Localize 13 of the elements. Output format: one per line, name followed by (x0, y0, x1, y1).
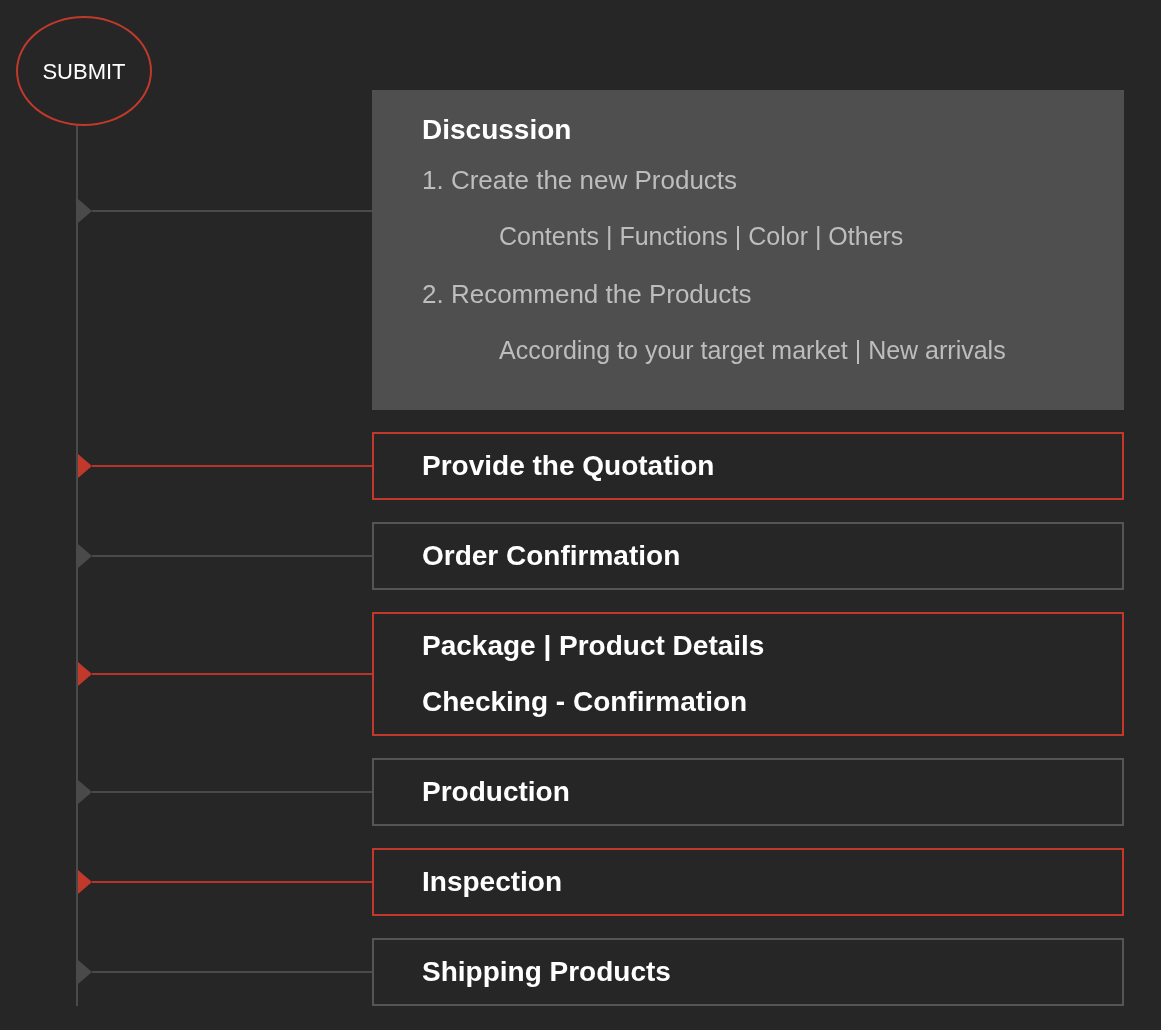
step-title: Production (422, 775, 571, 809)
step-title: Inspection (422, 865, 563, 899)
submit-button[interactable]: SUBMIT (16, 16, 152, 126)
step-subitem: According to your target market | New arrivals (498, 335, 1007, 366)
step-subitem: Contents | Functions | Color | Others (498, 221, 905, 252)
step-title: Shipping Products (422, 955, 672, 989)
step-title: Order Confirmation (422, 539, 682, 573)
step-title: Discussion (422, 113, 573, 147)
step-title: Checking - Confirmation (422, 685, 749, 719)
step-title: Package | Product Details (422, 629, 766, 663)
step-item: 2. Recommend the Products (422, 278, 753, 311)
step-title: Provide the Quotation (422, 449, 716, 483)
step-item: 1. Create the new Products (422, 164, 739, 197)
